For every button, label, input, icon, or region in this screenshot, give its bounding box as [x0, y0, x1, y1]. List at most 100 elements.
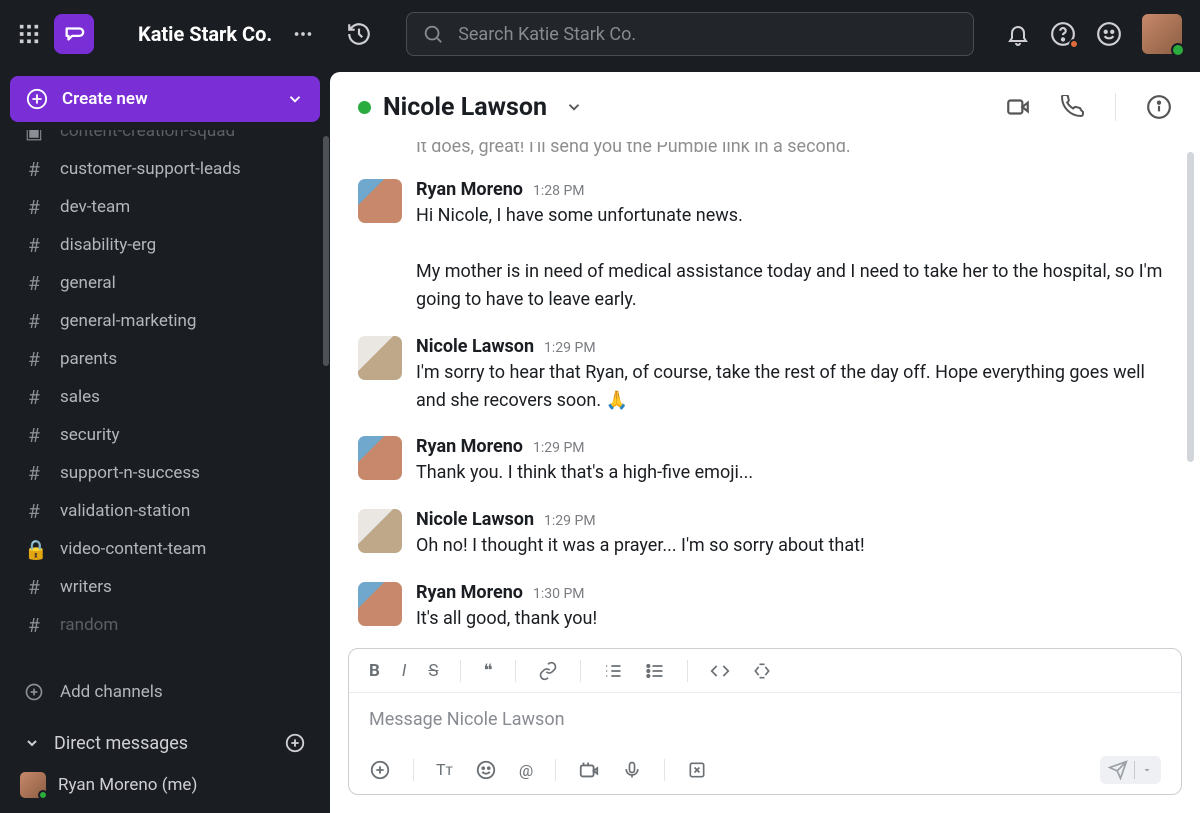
add-dm-icon[interactable] — [284, 732, 306, 754]
info-icon[interactable] — [1146, 94, 1172, 120]
message-time: 1:28 PM — [533, 183, 585, 199]
message-time: 1:29 PM — [544, 340, 596, 356]
record-video-icon[interactable] — [578, 759, 600, 781]
search-icon — [422, 23, 444, 45]
avatar[interactable] — [358, 436, 402, 480]
user-avatar[interactable] — [1142, 14, 1182, 54]
message-author[interactable]: Nicole Lawson — [416, 509, 534, 530]
hash-icon: # — [24, 348, 44, 371]
bullet-list-icon[interactable] — [645, 661, 665, 681]
sidebar-scrollbar[interactable] — [323, 136, 329, 366]
link-icon[interactable] — [538, 661, 558, 681]
channel-item[interactable]: ▣content-creation-squad — [10, 130, 320, 150]
dm-section-header[interactable]: Direct messages — [10, 721, 320, 765]
avatar[interactable] — [358, 509, 402, 553]
message-author[interactable]: Ryan Moreno — [416, 582, 523, 603]
more-icon[interactable] — [292, 23, 314, 45]
message-text: My mother is in need of medical assistan… — [416, 258, 1172, 314]
mention-icon[interactable]: @ — [519, 761, 533, 780]
ordered-list-icon[interactable] — [603, 661, 623, 681]
avatar[interactable] — [358, 179, 402, 223]
messages-scrollbar[interactable] — [1187, 152, 1194, 462]
message-text: It's all good, thank you! — [416, 605, 1172, 633]
italic-icon[interactable]: I — [402, 661, 406, 681]
help-icon[interactable] — [1050, 21, 1076, 47]
notifications-icon[interactable] — [1006, 22, 1030, 46]
code-icon[interactable] — [710, 661, 730, 681]
chevron-down-icon — [24, 735, 40, 751]
channel-item[interactable]: #writers — [10, 568, 320, 606]
channel-name: video-content-team — [60, 539, 206, 559]
channel-item[interactable]: #general-marketing — [10, 302, 320, 340]
apps-grid-icon[interactable] — [18, 23, 40, 45]
message-author[interactable]: Ryan Moreno — [416, 179, 523, 200]
channel-item[interactable]: #sales — [10, 378, 320, 416]
send-button[interactable] — [1100, 756, 1161, 784]
video-call-icon[interactable] — [1005, 94, 1031, 120]
app-logo[interactable] — [54, 14, 94, 54]
channel-item[interactable]: #security — [10, 416, 320, 454]
hash-icon: # — [24, 576, 44, 599]
message-author[interactable]: Nicole Lawson — [416, 336, 534, 357]
codeblock-icon[interactable] — [752, 661, 772, 681]
sidebar: Create new ▣content-creation-squad#custo… — [0, 68, 330, 813]
bold-icon[interactable]: B — [369, 661, 380, 681]
message: Nicole Lawson 1:29 PM Oh no! I thought it … — [358, 509, 1172, 560]
add-channels-button[interactable]: Add channels — [10, 673, 320, 711]
strike-icon[interactable]: S — [428, 661, 438, 681]
avatar[interactable] — [358, 336, 402, 380]
emoji-picker-icon[interactable] — [475, 759, 497, 781]
attach-icon[interactable] — [369, 759, 391, 781]
hash-icon: # — [24, 196, 44, 219]
chat-title[interactable]: Nicole Lawson — [383, 93, 547, 122]
hash-icon: # — [24, 424, 44, 447]
message-input[interactable]: Message Nicole Lawson — [349, 693, 1181, 746]
channel-name: support-n-success — [60, 463, 200, 483]
message: Nicole Lawson 1:29 PM I'm sorry to hear th… — [358, 336, 1172, 415]
create-new-button[interactable]: Create new — [10, 76, 320, 122]
shortcut-icon[interactable] — [687, 760, 707, 780]
channel-item[interactable]: #parents — [10, 340, 320, 378]
search-bar[interactable]: Search Katie Stark Co. — [406, 12, 974, 56]
record-audio-icon[interactable] — [622, 760, 642, 780]
channel-item[interactable]: #general — [10, 264, 320, 302]
avatar[interactable] — [358, 582, 402, 626]
message-composer: B I S ❝ Message Nicole Lawson Tᴛ — [348, 648, 1182, 795]
text-format-icon[interactable]: Tᴛ — [436, 760, 453, 780]
message-time: 1:29 PM — [544, 513, 596, 529]
channel-item[interactable]: 🔒video-content-team — [10, 530, 320, 568]
hash-icon: # — [24, 272, 44, 295]
avatar — [20, 772, 46, 798]
composer-actions: Tᴛ @ — [349, 746, 1181, 794]
help-badge — [1069, 39, 1079, 49]
message-list: It does, great! I'll send you the Pumble… — [330, 142, 1200, 634]
message-author[interactable]: Ryan Moreno — [416, 436, 523, 457]
audio-call-icon[interactable] — [1061, 95, 1085, 119]
plus-icon — [24, 682, 44, 702]
channel-list: ▣content-creation-squad#customer-support… — [10, 130, 320, 673]
channel-name: content-creation-squad — [60, 130, 235, 141]
send-icon — [1108, 760, 1128, 780]
hash-icon: # — [24, 158, 44, 181]
chevron-down-icon[interactable] — [565, 98, 583, 116]
history-icon[interactable] — [346, 21, 372, 47]
presence-indicator — [1171, 43, 1185, 57]
channel-item[interactable]: #support-n-success — [10, 454, 320, 492]
channel-item[interactable]: #random — [10, 606, 320, 644]
message-text: Oh no! I thought it was a prayer... I'm … — [416, 532, 1172, 560]
dm-self-row[interactable]: Ryan Moreno (me) — [10, 765, 320, 805]
emoji-icon[interactable] — [1096, 21, 1122, 47]
channel-item[interactable]: #validation-station — [10, 492, 320, 530]
quote-icon[interactable]: ❝ — [483, 661, 492, 681]
workspace-name[interactable]: Katie Stark Co. — [138, 22, 272, 46]
message-time: 1:29 PM — [533, 440, 585, 456]
hash-icon: # — [24, 234, 44, 257]
message-text: I'm sorry to hear that Ryan, of course, … — [416, 359, 1172, 415]
channel-item[interactable]: #disability-erg — [10, 226, 320, 264]
message: Ryan Moreno1:30 PMIt's all good, thank y… — [358, 582, 1172, 633]
channel-item[interactable]: #dev-team — [10, 188, 320, 226]
search-placeholder: Search Katie Stark Co. — [458, 24, 636, 45]
plus-circle-icon — [26, 88, 48, 110]
chat-panel: Nicole Lawson It does, great! I'll send … — [330, 72, 1200, 813]
channel-item[interactable]: #customer-support-leads — [10, 150, 320, 188]
